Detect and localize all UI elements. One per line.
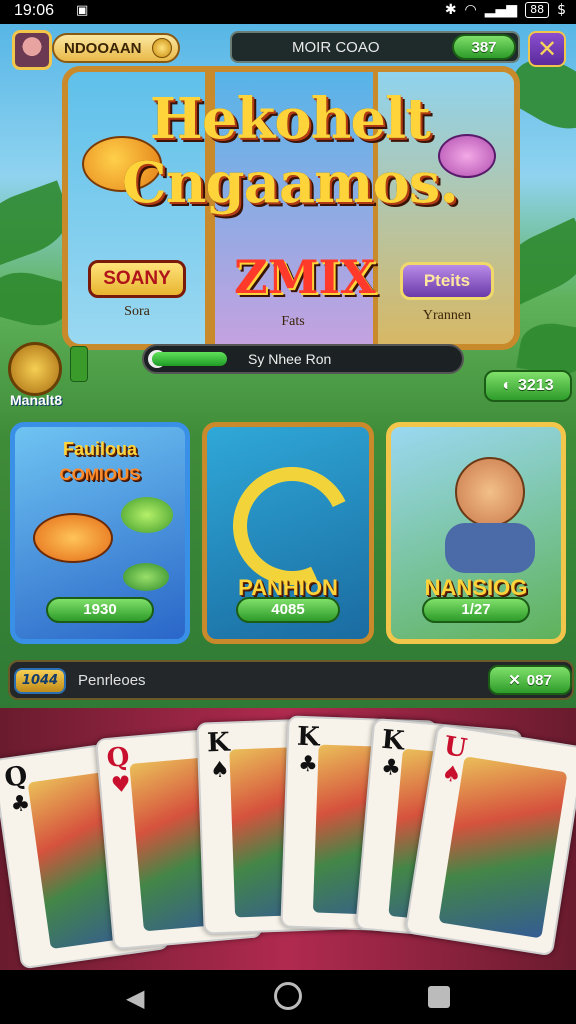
- card-suit-icon: ♣: [380, 754, 402, 782]
- card-fan: Q ♣ Q ♥ K ♠ K ♣ K ♣ U ♠: [0, 708, 576, 970]
- card-rank: Q: [105, 742, 131, 774]
- player-avatar[interactable]: [12, 30, 52, 70]
- score-value: 3213: [518, 377, 554, 394]
- navigation-bar: ◀: [0, 970, 576, 1024]
- bluetooth-icon: ✱: [444, 2, 457, 18]
- green-fish-icon: [121, 497, 173, 533]
- close-icon: ✕: [508, 672, 521, 689]
- info-value: 087: [526, 671, 552, 689]
- center-mode-sub: Fats: [281, 314, 305, 329]
- fisherman-body: [445, 523, 535, 573]
- card-rank: K: [206, 727, 231, 759]
- header-title: MOIR COAO: [292, 39, 380, 56]
- status-icons: ✱ ◠ ▂▄▆ 88 $: [445, 2, 566, 18]
- close-button[interactable]: ✕: [528, 31, 566, 67]
- right-mode-label: Yrannen: [422, 308, 472, 323]
- bottle-icon: [70, 346, 88, 382]
- game-title-top: Fauiloua: [62, 439, 137, 459]
- back-icon[interactable]: ◀: [126, 984, 144, 1012]
- battery-saver-icon: $: [557, 2, 566, 18]
- card-rank: K: [380, 724, 406, 757]
- status-time: 19:06: [14, 2, 55, 19]
- recents-icon[interactable]: [428, 986, 450, 1008]
- info-value-badge[interactable]: ✕ 087: [488, 665, 572, 695]
- game-card-fisherman[interactable]: NANSIOG 1/27: [386, 422, 566, 644]
- card-suit-icon: ♠: [439, 761, 464, 789]
- left-mode-label: Sora: [124, 304, 150, 319]
- info-bar[interactable]: 1044 Penrleoes ✕ 087: [8, 660, 574, 700]
- left-mode-button[interactable]: SOANY: [88, 260, 186, 298]
- score-badge[interactable]: ◐ 3213: [484, 370, 572, 402]
- game-card-fish[interactable]: Fauiloua COMIOUS 1930: [10, 422, 190, 644]
- side-badge-label: Manalt8: [10, 392, 63, 408]
- coin-icon: ◐: [502, 377, 513, 394]
- progress-bar: $ Sy Nhee Ron: [142, 344, 464, 374]
- fisherman-icon: [455, 457, 525, 527]
- center-mode-label[interactable]: ZMIX: [234, 250, 376, 304]
- coin-icon: [152, 38, 172, 58]
- player-name-pill[interactable]: NDOOAAN: [52, 33, 180, 63]
- card-suit-icon: ♣: [8, 790, 32, 819]
- right-mode-button[interactable]: Pteits: [400, 262, 494, 300]
- game-value: 4085: [236, 597, 340, 623]
- card-suit-icon: ♠: [209, 757, 231, 784]
- card-rank: K: [296, 721, 321, 753]
- battery-indicator: 88: [525, 2, 550, 18]
- hero-title-line1: Hekohelt: [149, 86, 431, 152]
- hero-title-line2: Cngaamos.: [122, 150, 459, 216]
- player-name: NDOOAAN: [64, 39, 142, 57]
- info-text: Penrleoes: [78, 672, 146, 689]
- card-suit-icon: ♥: [110, 772, 132, 799]
- info-badge: 1044: [14, 668, 66, 694]
- medal-icon[interactable]: [8, 342, 62, 396]
- game-value: 1930: [45, 597, 155, 623]
- small-fish-icon: [123, 563, 169, 591]
- balance-badge[interactable]: 387: [452, 34, 516, 60]
- progress-text: Sy Nhee Ron: [248, 351, 332, 367]
- home-icon[interactable]: [274, 982, 302, 1010]
- progress-fill: [152, 352, 227, 366]
- card-rank: U: [441, 731, 469, 765]
- status-bar: 19:06 ▣ ✱ ◠ ▂▄▆ 88 $: [0, 0, 576, 24]
- card-rank: Q: [2, 760, 30, 794]
- game-card-wave[interactable]: PANHION 4085: [202, 422, 374, 644]
- orange-fish-icon: [33, 513, 113, 563]
- gallery-icon: ▣: [76, 3, 89, 18]
- close-icon: ✕: [536, 35, 558, 63]
- game-value: 1/27: [421, 597, 531, 623]
- game-title-bottom: COMIOUS: [59, 465, 141, 484]
- card-suit-icon: ♣: [297, 751, 319, 778]
- wifi-icon: ◠: [464, 2, 477, 18]
- header-title-bar: MOIR COAO 387: [230, 31, 520, 63]
- signal-icon: ▂▄▆: [484, 2, 518, 18]
